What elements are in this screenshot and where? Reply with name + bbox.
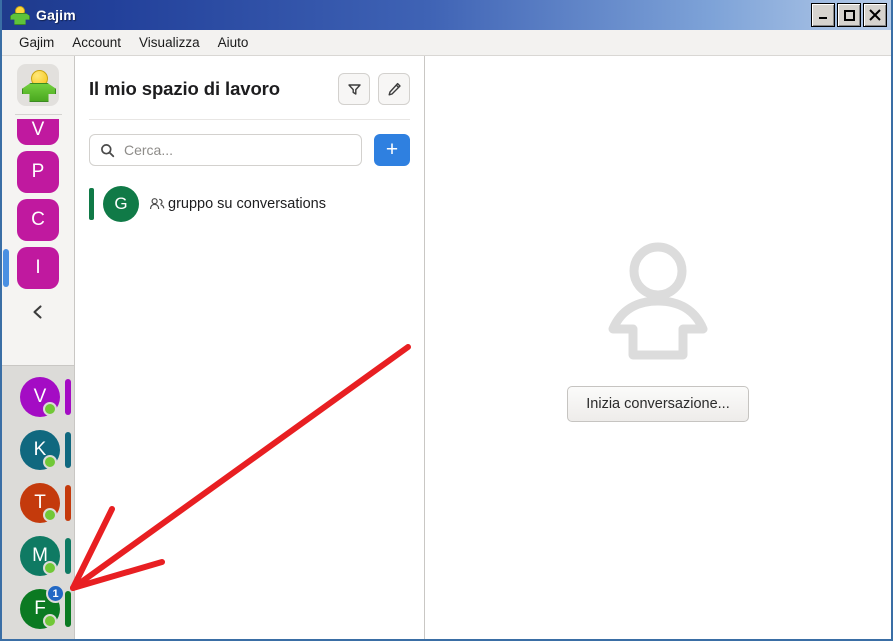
rail-accounts-section: V K T M F 1: [2, 365, 74, 639]
rail-collapse-button[interactable]: [17, 295, 59, 329]
list-item[interactable]: G gruppo su conversations: [75, 180, 424, 228]
person-placeholder-icon: [608, 242, 707, 359]
workspace-item-c[interactable]: C: [17, 199, 59, 241]
workspace-item-p[interactable]: P: [17, 151, 59, 193]
presence-dot-online: [43, 455, 57, 469]
account-item-m[interactable]: M: [2, 533, 74, 586]
workspace-label: C: [31, 209, 45, 230]
workspace-label: P: [31, 161, 45, 182]
search-box[interactable]: [89, 134, 362, 166]
account-color-bar: [65, 485, 71, 521]
menu-item-gajim[interactable]: Gajim: [10, 32, 63, 53]
edit-workspace-button[interactable]: [378, 73, 410, 105]
minimize-button[interactable]: [811, 3, 835, 27]
window-title: Gajim: [36, 7, 76, 23]
start-conversation-button[interactable]: Inizia conversazione...: [567, 385, 749, 422]
account-item-t[interactable]: T: [2, 480, 74, 533]
chat-list-panel: Il mio spazio di lavoro Cerca... + G gru…: [75, 56, 425, 639]
presence-dot-online: [43, 402, 57, 416]
menu-item-visualizza[interactable]: Visualizza: [130, 32, 209, 53]
empty-state: Inizia conversazione...: [567, 239, 749, 422]
workspace-list: V P C I: [2, 119, 74, 289]
workspace-title: Il mio spazio di lavoro: [89, 78, 280, 99]
menu-item-account[interactable]: Account: [63, 32, 130, 53]
pencil-edit-icon: [388, 82, 401, 95]
account-item-f[interactable]: F 1: [2, 584, 74, 639]
menu-bar: Gajim Account Visualizza Aiuto: [2, 30, 891, 56]
workspace-label: V: [31, 119, 45, 140]
avatar-letter: G: [114, 194, 128, 213]
chat-name: gruppo su conversations: [168, 196, 326, 212]
maximize-icon: [844, 10, 855, 21]
chat-name-wrap: gruppo su conversations: [149, 196, 326, 212]
window-controls: [811, 3, 887, 27]
filter-funnel-icon: [347, 83, 361, 95]
minimize-icon: [819, 17, 827, 19]
chevron-left-icon: [33, 305, 42, 319]
gajim-account-avatar[interactable]: [17, 64, 59, 106]
close-icon: [869, 9, 881, 21]
workspace-item-v[interactable]: V: [17, 119, 59, 145]
workspace-label: I: [35, 257, 41, 278]
search-input[interactable]: [122, 141, 351, 159]
search-icon: [101, 143, 115, 157]
presence-dot-online: [43, 561, 57, 575]
search-row: +: [75, 120, 424, 166]
main-content-area: Inizia conversazione...: [425, 56, 891, 639]
filter-button[interactable]: [338, 73, 370, 105]
unread-indicator-bar: [89, 188, 94, 220]
chat-list: G gruppo su conversations: [75, 180, 424, 228]
add-chat-button[interactable]: +: [374, 134, 410, 166]
left-rail: V P C I V K T M F 1: [2, 56, 75, 639]
workspace-header: Il mio spazio di lavoro: [75, 56, 424, 105]
close-button[interactable]: [863, 3, 887, 27]
menu-item-aiuto[interactable]: Aiuto: [209, 32, 258, 53]
workspace-item-i[interactable]: I: [3, 247, 59, 289]
rail-workspaces-section: V P C I: [2, 56, 74, 365]
title-bar: Gajim: [2, 0, 891, 30]
account-color-bar: [65, 432, 71, 468]
account-color-bar: [65, 538, 71, 574]
account-color-bar: [65, 379, 71, 415]
presence-dot-online: [43, 508, 57, 522]
gajim-user-icon: [10, 6, 30, 25]
account-item-k[interactable]: K: [2, 427, 74, 480]
unread-badge: 1: [46, 584, 65, 603]
app-body: V P C I V K T M F 1 Il mio spazio di lav…: [2, 56, 891, 639]
gajim-main-window: Gajim Gajim Account Visualizza Aiuto V P…: [0, 0, 893, 641]
group-people-icon: [149, 197, 165, 211]
avatar: G: [103, 186, 139, 222]
rail-divider: [14, 114, 62, 115]
presence-dot-online: [43, 614, 57, 628]
account-item-v[interactable]: V: [2, 374, 74, 427]
account-color-bar: [65, 591, 71, 627]
maximize-button[interactable]: [837, 3, 861, 27]
